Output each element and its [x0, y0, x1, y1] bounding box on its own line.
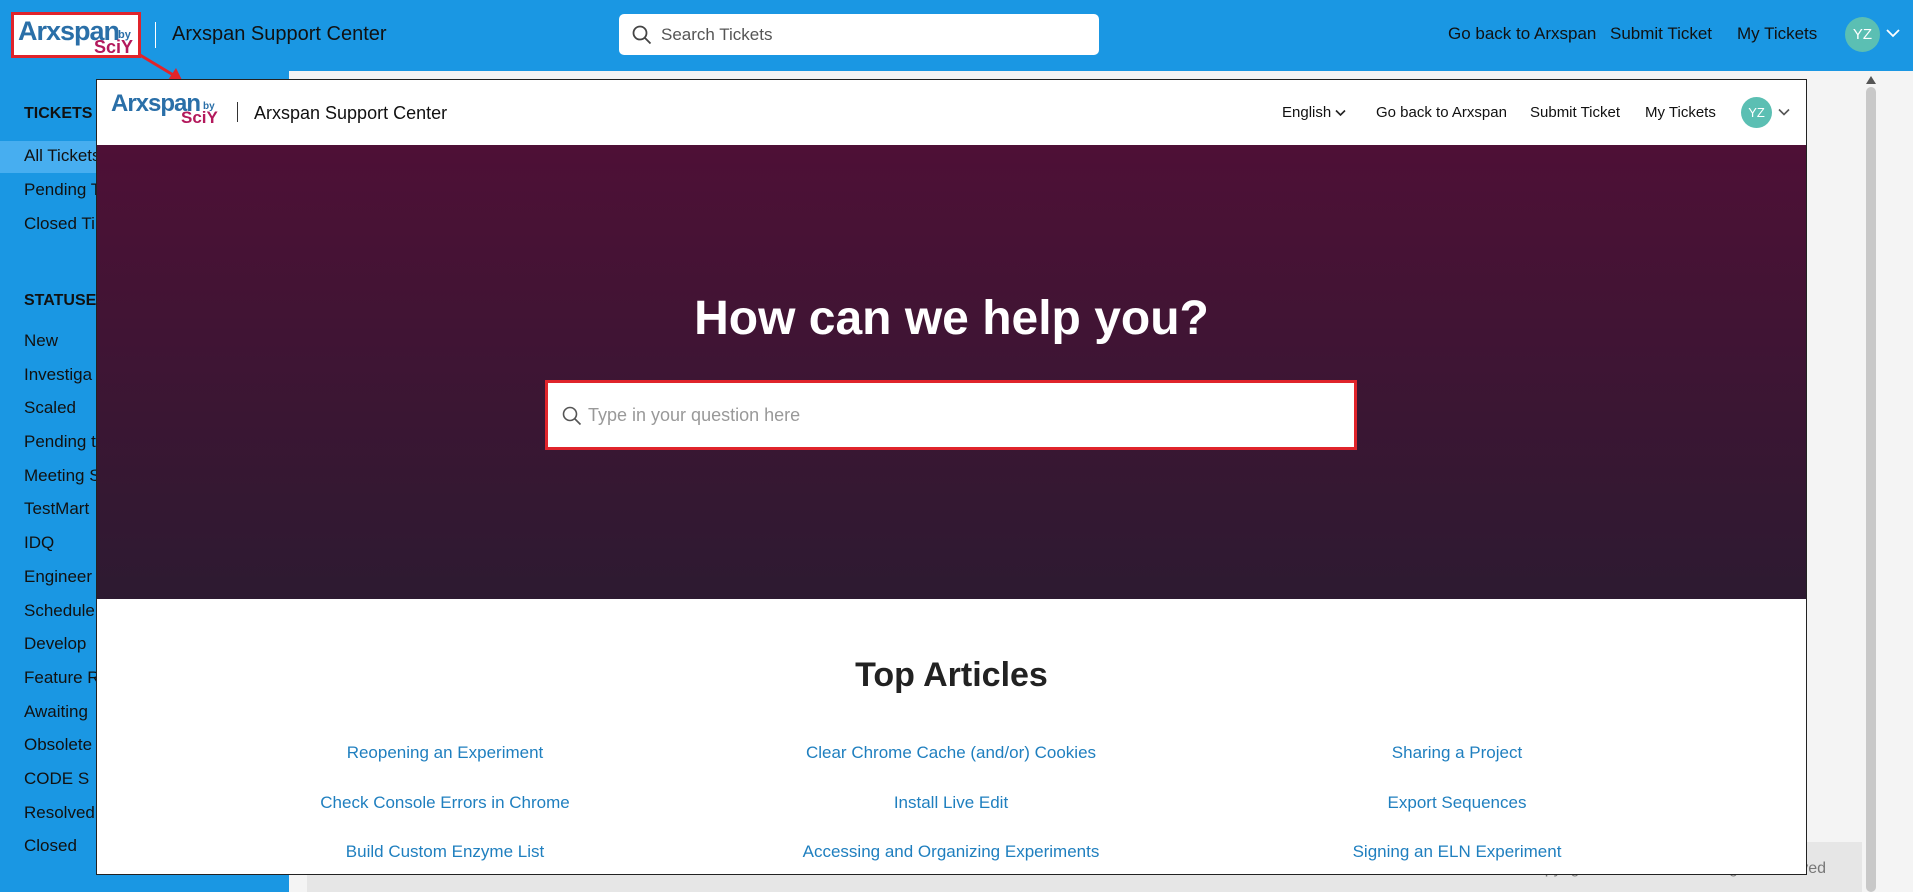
article-link[interactable]: Clear Chrome Cache (and/or) Cookies	[751, 743, 1151, 763]
sidebar-item-status[interactable]: Resolved	[24, 803, 95, 823]
sidebar-item-status[interactable]: Develop	[24, 634, 86, 654]
sidebar-item-status[interactable]: Investiga	[24, 365, 92, 385]
article-link[interactable]: Sharing a Project	[1257, 743, 1657, 763]
ticket-search-input[interactable]	[661, 14, 1081, 55]
sidebar-item-status[interactable]: Pending t	[24, 432, 96, 452]
sidebar-heading-statuses: STATUSES	[24, 292, 107, 309]
top-articles-title: Top Articles	[855, 656, 1048, 694]
logo[interactable]: Arxspan by SciY	[11, 12, 141, 58]
sidebar-item-status[interactable]: Closed	[24, 836, 77, 856]
preview-avatar[interactable]: YZ	[1741, 97, 1772, 128]
article-link[interactable]: Check Console Errors in Chrome	[245, 793, 645, 813]
sidebar-item-status[interactable]: CODE S	[24, 769, 89, 789]
preview-logo[interactable]: Arxspan by SciY	[111, 90, 221, 134]
sidebar-item-status[interactable]: New	[24, 331, 58, 351]
go-back-link[interactable]: Go back to Arxspan	[1448, 24, 1596, 44]
avatar[interactable]: YZ	[1845, 17, 1880, 52]
sidebar-heading-tickets: TICKETS	[24, 105, 93, 122]
hero-title: How can we help you?	[694, 292, 1209, 345]
preview-logo-sub: SciY	[181, 108, 218, 127]
chevron-down-icon[interactable]	[1778, 108, 1790, 116]
site-title: Arxspan Support Center	[172, 23, 387, 45]
article-link[interactable]: Export Sequences	[1257, 793, 1657, 813]
support-center-preview: Arxspan by SciY Arxspan Support Center E…	[96, 79, 1807, 875]
preview-header: Arxspan by SciY Arxspan Support Center E…	[97, 80, 1806, 145]
search-icon	[562, 406, 582, 426]
sidebar-item-status[interactable]: IDQ	[24, 533, 54, 553]
help-search[interactable]	[545, 380, 1357, 450]
language-label: English	[1282, 104, 1332, 121]
scrollbar[interactable]	[1866, 87, 1876, 892]
sidebar-item-status[interactable]: TestMart	[24, 499, 89, 519]
article-link[interactable]: Accessing and Organizing Experiments	[751, 842, 1151, 862]
article-link[interactable]: Build Custom Enzyme List	[245, 842, 645, 862]
sidebar-item-pending-tickets[interactable]: Pending T	[24, 180, 101, 200]
preview-submit-ticket-link[interactable]: Submit Ticket	[1530, 104, 1620, 121]
my-tickets-link[interactable]: My Tickets	[1737, 24, 1817, 44]
sidebar-item-status[interactable]: Meeting S	[24, 466, 101, 486]
hero-banner: How can we help you?	[97, 145, 1806, 599]
preview-go-back-link[interactable]: Go back to Arxspan	[1376, 104, 1507, 121]
preview-my-tickets-link[interactable]: My Tickets	[1645, 104, 1716, 121]
scroll-up-arrow-icon[interactable]	[1866, 76, 1876, 84]
article-link[interactable]: Signing an ELN Experiment	[1257, 842, 1657, 862]
header-divider	[155, 22, 156, 48]
sidebar-item-all-tickets[interactable]: All Tickets	[24, 146, 101, 166]
submit-ticket-link[interactable]: Submit Ticket	[1610, 24, 1712, 44]
chevron-down-icon[interactable]	[1886, 28, 1900, 38]
sidebar-item-status[interactable]: Obsolete	[24, 735, 92, 755]
sidebar-item-closed-tickets[interactable]: Closed Ti	[24, 214, 95, 234]
sidebar-item-status[interactable]: Awaiting	[24, 702, 88, 722]
sidebar-item-status[interactable]: Feature R	[24, 668, 100, 688]
article-link[interactable]: Reopening an Experiment	[245, 743, 645, 763]
logo-sub: SciY	[94, 37, 134, 57]
chevron-down-icon	[1335, 109, 1346, 117]
article-link[interactable]: Install Live Edit	[751, 793, 1151, 813]
preview-site-title: Arxspan Support Center	[254, 103, 448, 123]
top-bar: Arxspan by SciY Arxspan Support Center G…	[0, 0, 1913, 71]
ticket-search[interactable]	[619, 14, 1099, 55]
sidebar-item-status[interactable]: Schedule	[24, 601, 95, 621]
search-icon	[632, 25, 652, 45]
preview-header-divider	[237, 102, 238, 122]
help-search-input[interactable]	[588, 383, 1338, 447]
sidebar-item-status[interactable]: Scaled	[24, 398, 76, 418]
language-selector[interactable]: English	[1282, 104, 1346, 121]
sidebar-item-status[interactable]: Engineer	[24, 567, 92, 587]
